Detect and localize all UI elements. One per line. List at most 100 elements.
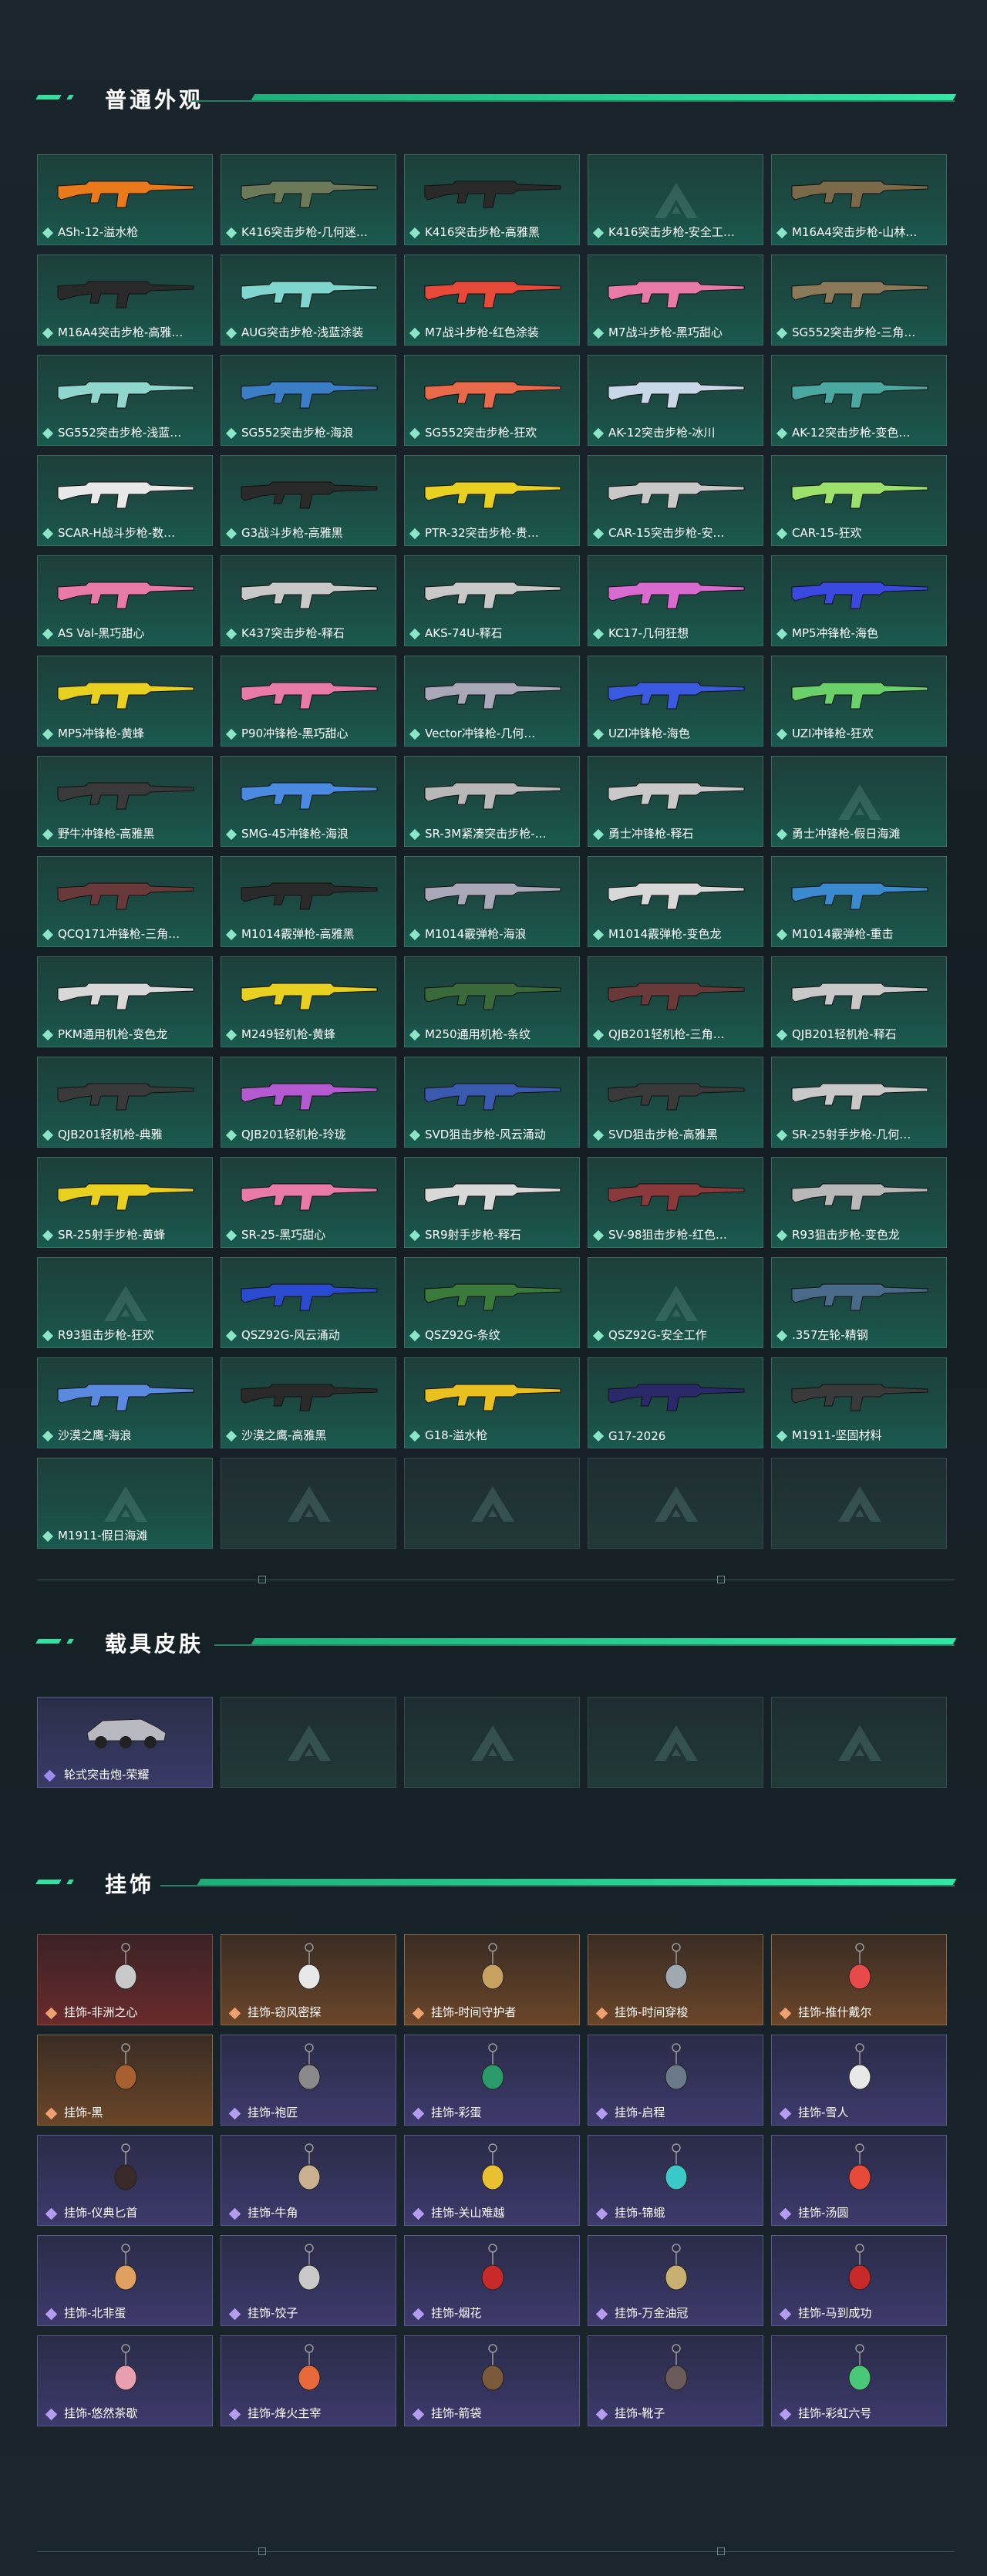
weapon-skin-card[interactable]: SR-25射手步枪-黄蜂 (37, 1157, 213, 1248)
weapon-skin-card[interactable]: MP5冲锋枪-海色 (771, 555, 947, 646)
weapon-skin-card[interactable]: SVD狙击步枪-风云涌动 (404, 1057, 580, 1148)
weapon-skin-card[interactable]: M1014霰弹枪-海浪 (404, 856, 580, 947)
weapon-skin-card[interactable]: SR-3M紧凑突击步枪-… (404, 756, 580, 847)
weapon-skin-card[interactable]: G17-2026 (588, 1357, 763, 1448)
weapon-skin-card[interactable]: M1014霰弹枪-变色龙 (588, 856, 763, 947)
weapon-skin-card[interactable]: PTR-32突击步枪-贵… (404, 455, 580, 546)
weapon-skin-card[interactable]: QCQ171冲锋枪-三角… (37, 856, 213, 947)
charm-card[interactable]: 挂饰-牛角 (221, 2135, 396, 2226)
weapon-skin-card[interactable]: QSZ92G-条纹 (404, 1257, 580, 1348)
weapon-skin-card[interactable]: G18-溢水枪 (404, 1357, 580, 1448)
charm-card[interactable]: 挂饰-非洲之心 (37, 1934, 213, 2025)
weapon-skin-card[interactable]: G3战斗步枪-高雅黑 (221, 455, 396, 546)
charm-card[interactable]: 挂饰-袍匠 (221, 2035, 396, 2126)
weapon-skin-card[interactable]: ASh-12-溢水枪 (37, 154, 213, 245)
weapon-skin-card[interactable]: UZI冲锋枪-海色 (588, 656, 763, 747)
charm-card[interactable]: 挂饰-黑 (37, 2035, 213, 2126)
weapon-skin-card[interactable]: AK-12突击步枪-冰川 (588, 355, 763, 446)
weapon-skin-card[interactable]: M7战斗步枪-黑巧甜心 (588, 255, 763, 346)
weapon-skin-card[interactable]: SR-25射手步枪-几何… (771, 1057, 947, 1148)
weapon-skin-card[interactable]: M7战斗步枪-红色涂装 (404, 255, 580, 346)
charm-card[interactable]: 挂饰-推什戴尔 (771, 1934, 947, 2025)
weapon-skin-card[interactable]: 沙漠之鹰-高雅黑 (221, 1357, 396, 1448)
weapon-skin-card[interactable]: QJB201轻机枪-三角… (588, 956, 763, 1047)
weapon-skin-card[interactable]: M16A4突击步枪-高雅… (37, 255, 213, 346)
charm-card[interactable]: 挂饰-时间穿梭 (588, 1934, 763, 2025)
charm-card[interactable]: 挂饰-箭袋 (404, 2335, 580, 2426)
weapon-skin-card[interactable]: AK-12突击步枪-变色… (771, 355, 947, 446)
charm-card[interactable]: 挂饰-关山难越 (404, 2135, 580, 2226)
weapon-skin-card[interactable]: SR-25-黑巧甜心 (221, 1157, 396, 1248)
weapon-skin-card[interactable]: R93狙击步枪-狂欢 (37, 1257, 213, 1348)
weapon-skin-card[interactable]: CAR-15-狂欢 (771, 455, 947, 546)
weapon-skin-card[interactable]: 勇士冲锋枪-释石 (588, 756, 763, 847)
weapon-skin-card[interactable]: AUG突击步枪-浅蓝涂装 (221, 255, 396, 346)
logo-watermark-icon (655, 1725, 698, 1761)
charm-card[interactable]: 挂饰-北非蛋 (37, 2235, 213, 2326)
charm-card[interactable]: 挂饰-饺子 (221, 2235, 396, 2326)
weapon-skin-card[interactable]: M1911-坚固材料 (771, 1357, 947, 1448)
weapon-skin-card[interactable]: Vector冲锋枪-几何… (404, 656, 580, 747)
weapon-skin-card[interactable]: CAR-15突击步枪-安… (588, 455, 763, 546)
weapon-skin-card[interactable]: QJB201轻机枪-典雅 (37, 1057, 213, 1148)
weapon-skin-card[interactable]: .357左轮-精钢 (771, 1257, 947, 1348)
weapon-skin-card[interactable]: K416突击步枪-几何迷… (221, 154, 396, 245)
charm-card[interactable]: 挂饰-启程 (588, 2035, 763, 2126)
charm-card[interactable]: 挂饰-窃风密探 (221, 1934, 396, 2025)
charm-card[interactable]: 挂饰-马到成功 (771, 2235, 947, 2326)
weapon-skin-card[interactable]: SCAR-H战斗步枪-数… (37, 455, 213, 546)
logo-watermark-icon (838, 784, 881, 820)
weapon-skin-card[interactable]: K437突击步枪-释石 (221, 555, 396, 646)
charm-card[interactable]: 挂饰-彩虹六号 (771, 2335, 947, 2426)
charm-card[interactable]: 挂饰-靴子 (588, 2335, 763, 2426)
charm-card[interactable]: 挂饰-烟花 (404, 2235, 580, 2326)
weapon-skin-card[interactable]: M16A4突击步枪-山林… (771, 154, 947, 245)
weapon-skin-card[interactable]: QJB201轻机枪-释石 (771, 956, 947, 1047)
charm-image (114, 2143, 137, 2190)
weapon-skin-label: QJB201轻机枪-典雅 (58, 1128, 163, 1141)
weapon-skin-card[interactable]: K416突击步枪-安全工… (588, 154, 763, 245)
weapon-skin-card[interactable]: SMG-45冲锋枪-海浪 (221, 756, 396, 847)
weapon-skin-card[interactable]: QSZ92G-风云涌动 (221, 1257, 396, 1348)
weapon-skin-card[interactable]: SG552突击步枪-狂欢 (404, 355, 580, 446)
weapon-skin-card[interactable]: M250通用机枪-条纹 (404, 956, 580, 1047)
charm-card[interactable]: 挂饰-悠然茶歇 (37, 2335, 213, 2426)
weapon-skin-card[interactable]: M1014霰弹枪-高雅黑 (221, 856, 396, 947)
weapon-image (57, 1183, 194, 1211)
weapon-skin-label: K416突击步枪-安全工… (608, 225, 735, 239)
charm-card[interactable]: 挂饰-仪典匕首 (37, 2135, 213, 2226)
weapon-skin-card[interactable]: M249轻机枪-黄蜂 (221, 956, 396, 1047)
charm-card[interactable]: 挂饰-雪人 (771, 2035, 947, 2126)
charm-card[interactable]: 挂饰-烽火主宰 (221, 2335, 396, 2426)
charm-card[interactable]: 挂饰-时间守护者 (404, 1934, 580, 2025)
weapon-skin-card[interactable]: M1911-假日海滩 (37, 1458, 213, 1549)
weapon-skin-card[interactable]: QJB201轻机枪-玲珑 (221, 1057, 396, 1148)
weapon-skin-card[interactable]: AKS-74U-释石 (404, 555, 580, 646)
weapon-skin-card[interactable]: SG552突击步枪-海浪 (221, 355, 396, 446)
vehicle-skin-card[interactable]: 轮式突击炮-荣耀 (37, 1697, 213, 1788)
charm-card[interactable]: 挂饰-锦蛾 (588, 2135, 763, 2226)
weapon-skin-card[interactable]: SR9射手步枪-释石 (404, 1157, 580, 1248)
charm-card[interactable]: 挂饰-彩蛋 (404, 2035, 580, 2126)
weapon-skin-card[interactable]: PKM通用机枪-变色龙 (37, 956, 213, 1047)
weapon-skin-card[interactable]: SV-98狙击步枪-红色… (588, 1157, 763, 1248)
weapon-skin-label: SG552突击步枪-浅蓝… (58, 426, 182, 440)
weapon-skin-card[interactable]: R93狙击步枪-变色龙 (771, 1157, 947, 1248)
weapon-skin-card[interactable]: MP5冲锋枪-黄蜂 (37, 656, 213, 747)
weapon-image (424, 281, 561, 309)
weapon-skin-card[interactable]: M1014霰弹枪-重击 (771, 856, 947, 947)
weapon-skin-card[interactable]: K416突击步枪-高雅黑 (404, 154, 580, 245)
weapon-skin-card[interactable]: QSZ92G-安全工作 (588, 1257, 763, 1348)
weapon-skin-card[interactable]: KC17-几何狂想 (588, 555, 763, 646)
weapon-skin-card[interactable]: SG552突击步枪-浅蓝… (37, 355, 213, 446)
weapon-skin-card[interactable]: 勇士冲锋枪-假日海滩 (771, 756, 947, 847)
weapon-skin-card[interactable]: SVD狙击步枪-高雅黑 (588, 1057, 763, 1148)
weapon-skin-card[interactable]: AS Val-黑巧甜心 (37, 555, 213, 646)
weapon-skin-card[interactable]: SG552突击步枪-三角… (771, 255, 947, 346)
charm-card[interactable]: 挂饰-万金油冠 (588, 2235, 763, 2326)
weapon-skin-card[interactable]: 野牛冲锋枪-高雅黑 (37, 756, 213, 847)
charm-card[interactable]: 挂饰-汤圆 (771, 2135, 947, 2226)
weapon-skin-card[interactable]: P90冲锋枪-黑巧甜心 (221, 656, 396, 747)
weapon-skin-card[interactable]: UZI冲锋枪-狂欢 (771, 656, 947, 747)
weapon-skin-card[interactable]: 沙漠之鹰-海浪 (37, 1357, 213, 1448)
